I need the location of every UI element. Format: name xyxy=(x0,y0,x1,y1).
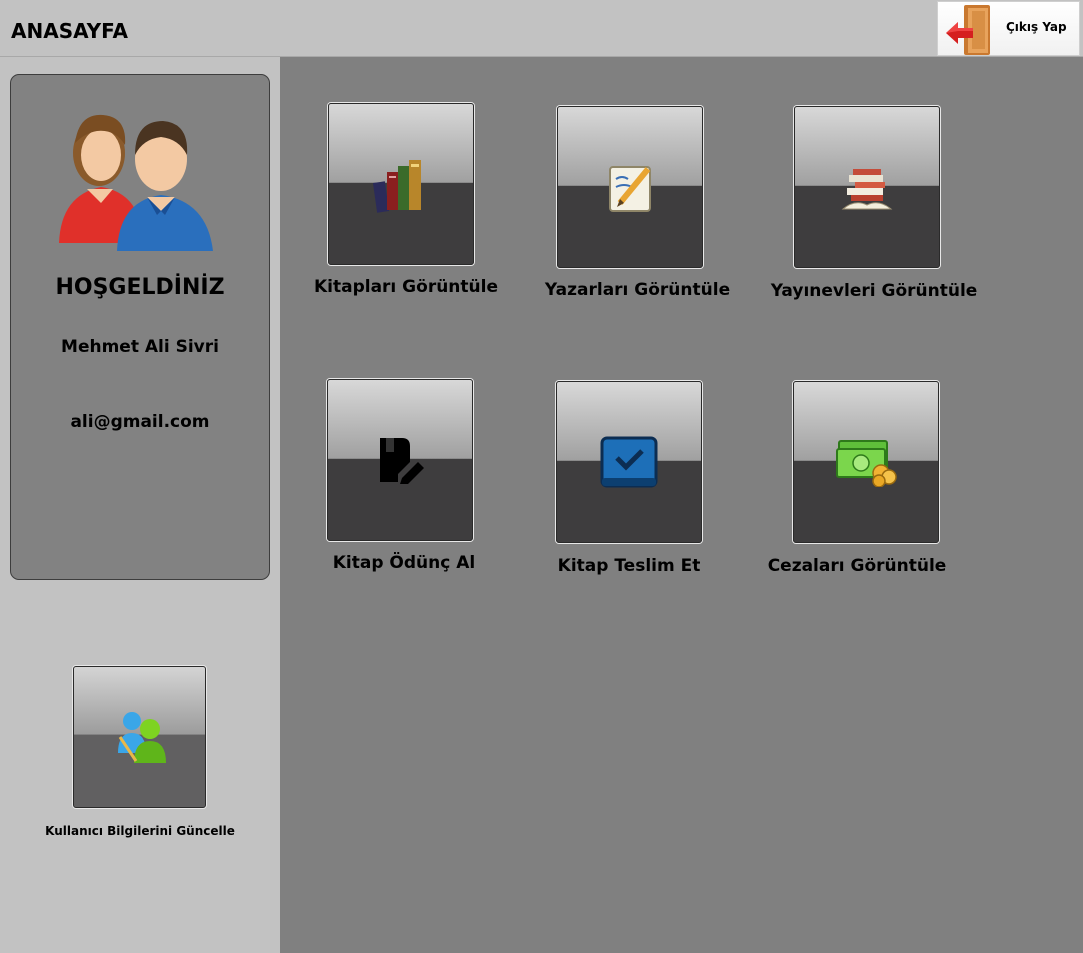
return-book-label: Kitap Teslim Et xyxy=(557,556,701,576)
update-user-button[interactable] xyxy=(73,666,206,808)
stacked-books-icon xyxy=(841,169,893,210)
view-fines-button[interactable] xyxy=(793,381,939,543)
return-book-button[interactable] xyxy=(556,381,702,543)
welcome-text: HOŞGELDİNİZ xyxy=(55,275,225,300)
book-edit-icon xyxy=(380,438,424,484)
door-exit-icon xyxy=(946,5,990,55)
user-email: ali@gmail.com xyxy=(70,412,210,432)
view-publishers-label: Yayınevleri Görüntüle xyxy=(770,281,978,301)
users-edit-icon xyxy=(117,712,166,763)
top-bar: ANASAYFA Çıkış Yap xyxy=(0,0,1083,57)
view-books-button[interactable] xyxy=(328,103,474,265)
book-check-icon xyxy=(600,436,658,488)
user-name: Mehmet Ali Sivri xyxy=(61,337,219,357)
profile-card: HOŞGELDİNİZ Mehmet Ali Sivri ali@gmail.c… xyxy=(10,74,270,580)
view-authors-label: Yazarları Görüntüle xyxy=(544,280,731,300)
update-user-label: Kullanıcı Bilgilerini Güncelle xyxy=(45,824,235,838)
view-books-label: Kitapları Görüntüle xyxy=(313,277,498,297)
logout-label: Çıkış Yap xyxy=(1006,20,1067,34)
users-icon xyxy=(59,114,213,251)
money-icon xyxy=(836,440,897,487)
view-fines-label: Cezaları Görüntüle xyxy=(767,556,947,576)
view-publishers-button[interactable] xyxy=(794,106,940,268)
books-icon xyxy=(372,160,421,213)
borrow-book-label: Kitap Ödünç Al xyxy=(332,553,476,573)
page-title: ANASAYFA xyxy=(11,19,128,43)
borrow-book-button[interactable] xyxy=(327,379,473,541)
logout-button[interactable]: Çıkış Yap xyxy=(937,1,1080,56)
view-authors-button[interactable] xyxy=(557,106,703,268)
notepad-pencil-icon xyxy=(609,166,651,212)
sidebar: HOŞGELDİNİZ Mehmet Ali Sivri ali@gmail.c… xyxy=(0,57,280,953)
